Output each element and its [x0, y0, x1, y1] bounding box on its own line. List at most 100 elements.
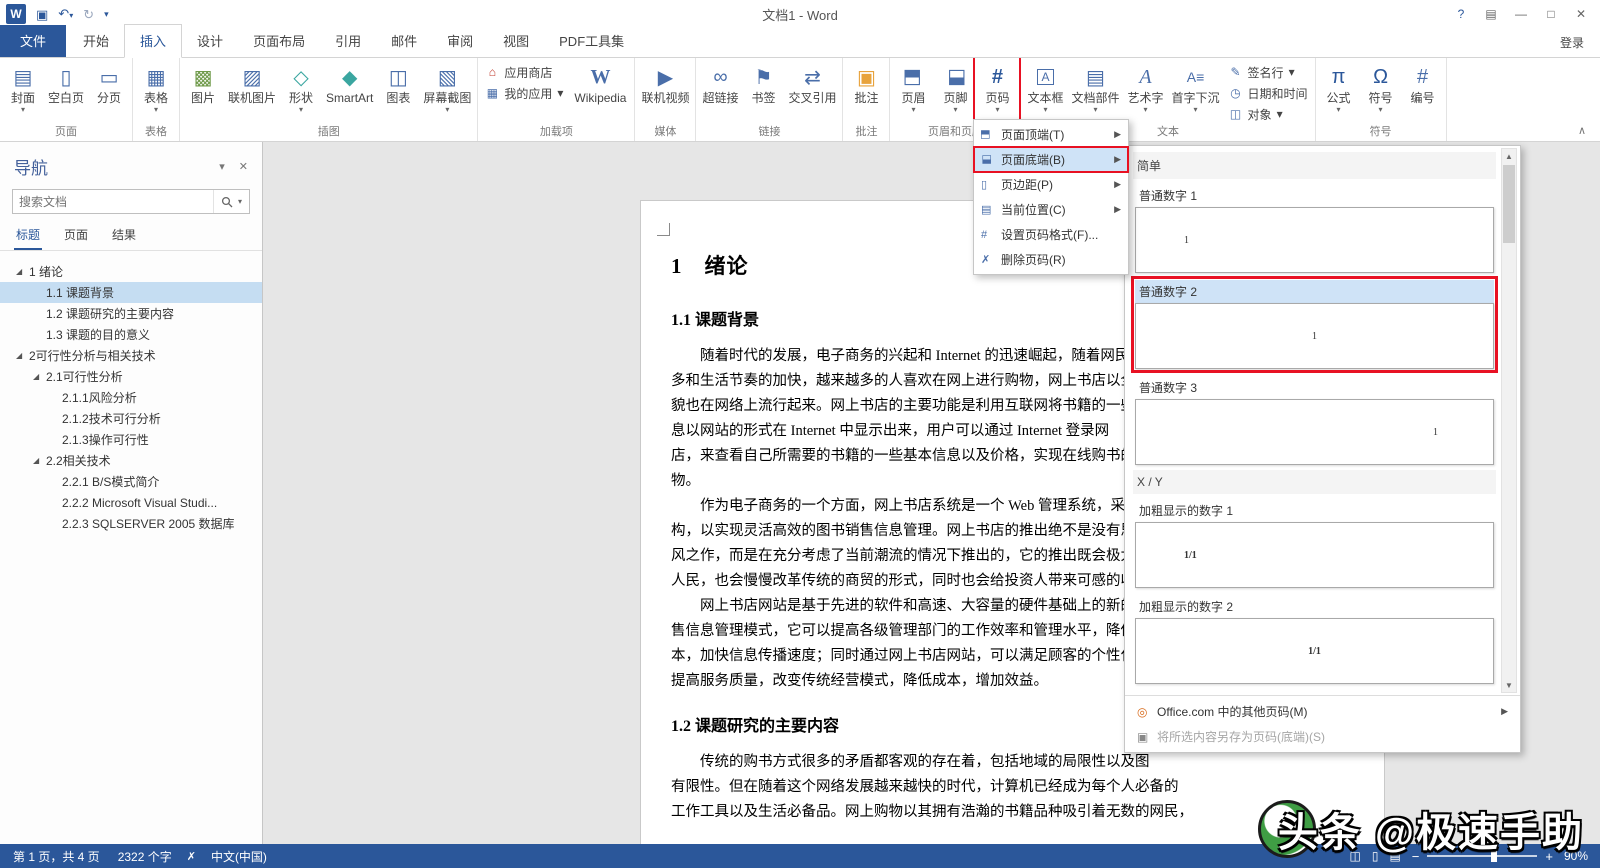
scroll-down-icon[interactable]: ▼ — [1505, 678, 1513, 692]
tab-references[interactable]: 引用 — [320, 25, 376, 57]
quick-parts-button[interactable]: ▤ 文档部件▾ — [1068, 59, 1124, 123]
heading-item[interactable]: 1.3 课题的目的意义 — [0, 324, 262, 345]
document-search-box[interactable]: ▾ — [12, 189, 250, 214]
cover-page-button[interactable]: ▤ 封面▾ — [2, 59, 44, 123]
collapse-triangle-icon[interactable]: ◢ — [33, 372, 46, 381]
heading-item[interactable]: 2.2.3 SQLSERVER 2005 数据库 — [0, 513, 262, 534]
heading-item[interactable]: 2.2.1 B/S模式简介 — [0, 471, 262, 492]
hyperlink-button[interactable]: ∞ 超链接 — [698, 59, 742, 123]
chart-button[interactable]: ◫ 图表 — [377, 59, 419, 123]
customize-qat-icon[interactable]: ▾ — [104, 8, 109, 21]
screenshot-button[interactable]: ▧ 屏幕截图▾ — [419, 59, 475, 123]
redo-icon[interactable]: ↻ — [83, 8, 94, 21]
comment-button[interactable]: ▣ 批注 — [845, 59, 887, 123]
tab-insert[interactable]: 插入 — [124, 24, 182, 58]
menu-item-remove-page-numbers[interactable]: ✗ 删除页码(R) — [974, 247, 1128, 272]
heading-item[interactable]: 1.2 课题研究的主要内容 — [0, 303, 262, 324]
tab-home[interactable]: 开始 — [68, 25, 124, 57]
tab-pdf-tools[interactable]: PDF工具集 — [544, 25, 639, 57]
scroll-up-icon[interactable]: ▲ — [1505, 149, 1513, 163]
heading-item[interactable]: ◢1 绪论 — [0, 261, 262, 282]
tab-view[interactable]: 视图 — [488, 25, 544, 57]
tab-page-layout[interactable]: 页面布局 — [238, 25, 320, 57]
pictures-button[interactable]: ▩ 图片 — [182, 59, 224, 123]
signature-line-button[interactable]: ✎ 签名行▾ — [1224, 62, 1313, 82]
collapse-triangle-icon[interactable]: ◢ — [33, 456, 46, 465]
menu-item-top-of-page[interactable]: ◧ 页面顶端(T) ▶ — [974, 122, 1128, 147]
gallery-item-bold-2[interactable]: 加粗显示的数字 2 1/1 — [1133, 593, 1496, 686]
scroll-thumb[interactable] — [1503, 165, 1515, 243]
my-apps-button[interactable]: ▦ 我的应用▾ — [480, 83, 568, 103]
heading-item[interactable]: ◢2.1可行性分析 — [0, 366, 262, 387]
gallery-item-plain-3[interactable]: 普通数字 3 1 — [1133, 374, 1496, 467]
tab-mailings[interactable]: 邮件 — [376, 25, 432, 57]
drop-cap-button[interactable]: A≡ 首字下沉▾ — [1168, 59, 1224, 123]
store-button[interactable]: ⌂ 应用商店 — [480, 62, 568, 82]
menu-item-current-position[interactable]: ▤ 当前位置(C) ▶ — [974, 197, 1128, 222]
page-number-button[interactable]: # 页码▾ — [976, 59, 1018, 123]
header-button[interactable]: ◧ 页眉▾ — [892, 59, 934, 123]
more-page-numbers-office-com[interactable]: ◎ Office.com 中的其他页码(M) ▶ — [1129, 699, 1516, 724]
symbol-button[interactable]: Ω 符号▾ — [1360, 59, 1402, 123]
heading-item[interactable]: ◢2.2相关技术 — [0, 450, 262, 471]
smartart-button[interactable]: ◆ SmartArt — [322, 59, 377, 123]
date-time-button[interactable]: ◷ 日期和时间 — [1224, 83, 1313, 103]
nav-close-icon[interactable]: ✕ — [239, 160, 248, 173]
bookmark-button[interactable]: ⚑ 书签 — [742, 59, 784, 123]
gallery-item-plain-1[interactable]: 普通数字 1 1 — [1133, 182, 1496, 275]
search-input[interactable] — [13, 195, 213, 209]
page-indicator[interactable]: 第 1 页，共 4 页 — [4, 848, 109, 865]
table-button[interactable]: ▦ 表格▾ — [135, 59, 177, 123]
heading-item-selected[interactable]: 1.1 课题背景 — [0, 282, 262, 303]
shapes-button[interactable]: ◇ 形状▾ — [280, 59, 322, 123]
heading-item[interactable]: 2.1.2技术可行分析 — [0, 408, 262, 429]
nav-options-icon[interactable]: ▾ — [219, 160, 225, 173]
menu-item-format-page-numbers[interactable]: # 设置页码格式(F)... — [974, 222, 1128, 247]
collapse-triangle-icon[interactable]: ◢ — [16, 351, 29, 360]
nav-tab-results[interactable]: 结果 — [110, 222, 138, 250]
undo-icon[interactable]: ↶▾ — [58, 7, 73, 22]
blank-page-button[interactable]: ▯ 空白页 — [44, 59, 88, 123]
menu-item-bottom-of-page[interactable]: ◧ 页面底端(B) ▶ — [974, 147, 1128, 172]
nav-tab-pages[interactable]: 页面 — [62, 222, 90, 250]
help-icon[interactable]: ? — [1448, 4, 1474, 24]
gallery-item-bold-1[interactable]: 加粗显示的数字 1 1/1 — [1133, 497, 1496, 590]
heading-item[interactable]: 2.1.1风险分析 — [0, 387, 262, 408]
equation-button[interactable]: π 公式▾ — [1318, 59, 1360, 123]
collapse-triangle-icon[interactable]: ◢ — [16, 267, 29, 276]
cross-reference-button[interactable]: ⇄ 交叉引用 — [784, 59, 840, 123]
page-break-button[interactable]: ▭ 分页 — [88, 59, 130, 123]
gallery-scrollbar[interactable]: ▲ ▼ — [1501, 148, 1517, 693]
word-count[interactable]: 2322 个字 — [109, 848, 181, 865]
footer-button[interactable]: ◧ 页脚▾ — [934, 59, 976, 123]
collapse-ribbon-icon[interactable]: ∧ — [1578, 124, 1586, 137]
minimize-icon[interactable]: — — [1508, 4, 1534, 24]
text-box-button[interactable]: A 文本框▾ — [1023, 59, 1067, 123]
search-icon[interactable] — [221, 196, 233, 208]
gallery-item-plain-2[interactable]: 普通数字 2 1 — [1133, 278, 1496, 371]
heading-item[interactable]: 2.1.3操作可行性 — [0, 429, 262, 450]
language-indicator[interactable]: 中文(中国) — [202, 848, 276, 865]
tab-design[interactable]: 设计 — [182, 25, 238, 57]
ribbon-display-options-icon[interactable]: ▤ — [1478, 4, 1504, 24]
search-options-icon[interactable]: ▾ — [238, 197, 242, 206]
maximize-icon[interactable]: □ — [1538, 4, 1564, 24]
word-app-icon[interactable]: W — [6, 4, 26, 24]
nav-tab-headings[interactable]: 标题 — [14, 222, 42, 250]
heading-item[interactable]: 2.2.2 Microsoft Visual Studi... — [0, 492, 262, 513]
wikipedia-button[interactable]: W Wikipedia — [568, 59, 632, 123]
online-pictures-button[interactable]: ▨ 联机图片 — [224, 59, 280, 123]
proofing-errors-icon[interactable]: ✗ — [181, 850, 202, 863]
object-button[interactable]: ◫ 对象▾ — [1224, 104, 1313, 124]
save-icon[interactable]: ▣ — [36, 8, 48, 21]
online-video-button[interactable]: ▶ 联机视频 — [637, 59, 693, 123]
wordart-button[interactable]: A 艺术字▾ — [1124, 59, 1168, 123]
tab-review[interactable]: 审阅 — [432, 25, 488, 57]
tab-file[interactable]: 文件 — [0, 25, 66, 57]
save-selection-as-page-number[interactable]: ▣ 将所选内容另存为页码(底端)(S) — [1129, 724, 1516, 749]
close-icon[interactable]: ✕ — [1568, 4, 1594, 24]
menu-item-page-margins[interactable]: ▯ 页边距(P) ▶ — [974, 172, 1128, 197]
numbering-button[interactable]: # 编号 — [1402, 59, 1444, 123]
heading-item[interactable]: ◢2可行性分析与相关技术 — [0, 345, 262, 366]
sign-in-link[interactable]: 登录 — [1544, 28, 1600, 57]
